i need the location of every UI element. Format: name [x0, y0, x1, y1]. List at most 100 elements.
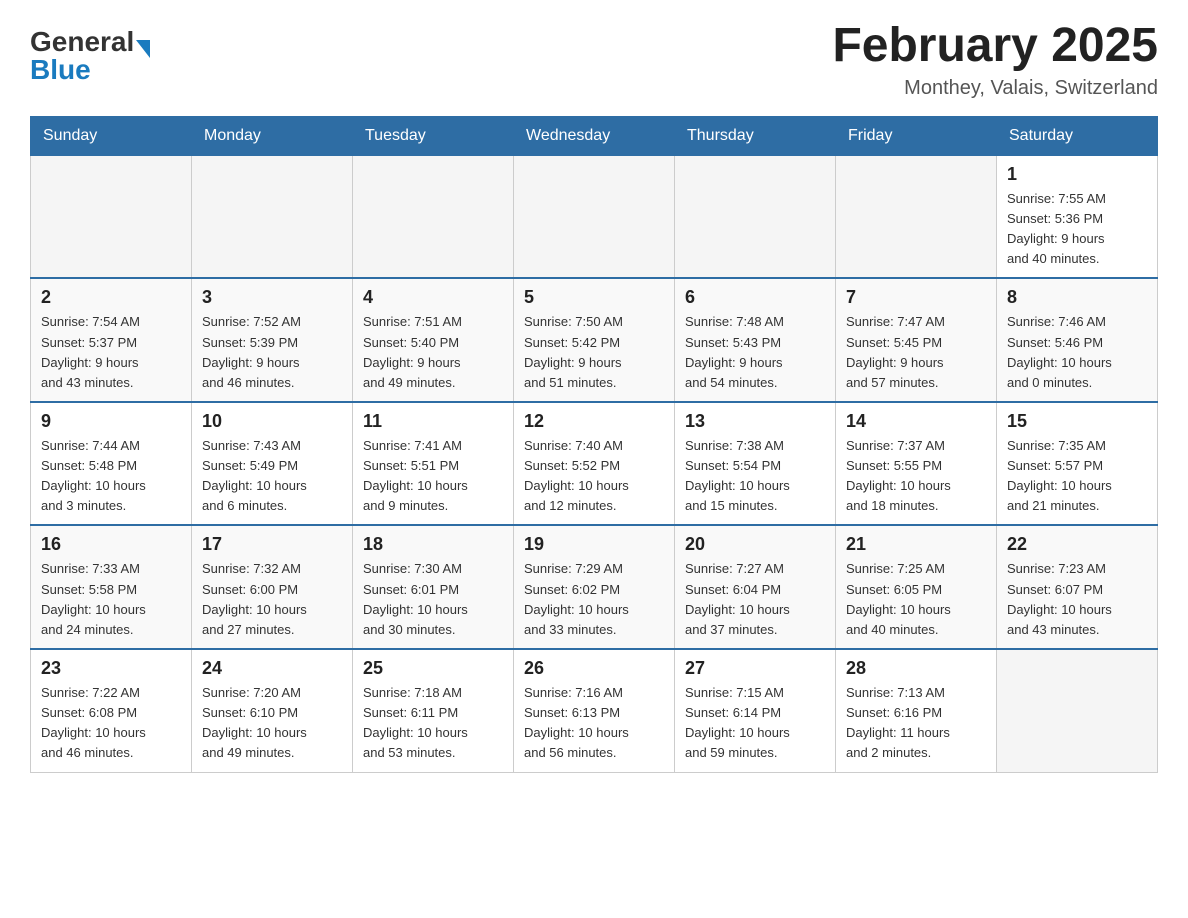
day-info: Sunrise: 7:47 AM Sunset: 5:45 PM Dayligh… [846, 312, 986, 393]
day-info: Sunrise: 7:27 AM Sunset: 6:04 PM Dayligh… [685, 559, 825, 640]
day-number: 18 [363, 534, 503, 555]
day-cell: 1 Sunrise: 7:55 AM Sunset: 5:36 PM Daylig… [997, 155, 1158, 278]
day-cell: 7 Sunrise: 7:47 AM Sunset: 5:45 PM Daylig… [836, 278, 997, 402]
day-cell: 17 Sunrise: 7:32 AM Sunset: 6:00 PM Dayli… [192, 525, 353, 649]
day-info: Sunrise: 7:55 AM Sunset: 5:36 PM Dayligh… [1007, 189, 1147, 270]
day-info: Sunrise: 7:32 AM Sunset: 6:00 PM Dayligh… [202, 559, 342, 640]
day-cell [192, 155, 353, 278]
day-cell: 14 Sunrise: 7:37 AM Sunset: 5:55 PM Dayli… [836, 402, 997, 526]
day-cell: 3Sunrise: 7:52 AM Sunset: 5:39 PM Daylig… [192, 278, 353, 402]
day-number: 6 [685, 287, 825, 308]
day-info: Sunrise: 7:43 AM Sunset: 5:49 PM Dayligh… [202, 436, 342, 517]
day-info: Sunrise: 7:13 AM Sunset: 6:16 PM Dayligh… [846, 683, 986, 764]
day-info: Sunrise: 7:40 AM Sunset: 5:52 PM Dayligh… [524, 436, 664, 517]
day-cell: 9 Sunrise: 7:44 AM Sunset: 5:48 PM Daylig… [31, 402, 192, 526]
day-cell: 21 Sunrise: 7:25 AM Sunset: 6:05 PM Dayli… [836, 525, 997, 649]
day-info: Sunrise: 7:29 AM Sunset: 6:02 PM Dayligh… [524, 559, 664, 640]
day-info: Sunrise: 7:44 AM Sunset: 5:48 PM Dayligh… [41, 436, 181, 517]
col-header-monday: Monday [192, 116, 353, 155]
day-info: Sunrise: 7:22 AM Sunset: 6:08 PM Dayligh… [41, 683, 181, 764]
day-cell: 12 Sunrise: 7:40 AM Sunset: 5:52 PM Dayli… [514, 402, 675, 526]
day-cell: 6 Sunrise: 7:48 AM Sunset: 5:43 PM Daylig… [675, 278, 836, 402]
day-info: Sunrise: 7:46 AM Sunset: 5:46 PM Dayligh… [1007, 312, 1147, 393]
week-row-5: 23 Sunrise: 7:22 AM Sunset: 6:08 PM Dayli… [31, 649, 1158, 772]
day-cell: 22Sunrise: 7:23 AM Sunset: 6:07 PM Dayli… [997, 525, 1158, 649]
day-info: Sunrise: 7:25 AM Sunset: 6:05 PM Dayligh… [846, 559, 986, 640]
day-cell [997, 649, 1158, 772]
day-cell [836, 155, 997, 278]
day-number: 11 [363, 411, 503, 432]
day-info: Sunrise: 7:50 AM Sunset: 5:42 PM Dayligh… [524, 312, 664, 393]
logo-general-text: General [30, 28, 134, 56]
day-number: 9 [41, 411, 181, 432]
day-number: 23 [41, 658, 181, 679]
logo-triangle-icon [136, 40, 150, 58]
day-cell: 4 Sunrise: 7:51 AM Sunset: 5:40 PM Daylig… [353, 278, 514, 402]
day-cell: 10Sunrise: 7:43 AM Sunset: 5:49 PM Dayli… [192, 402, 353, 526]
day-cell: 16 Sunrise: 7:33 AM Sunset: 5:58 PM Dayli… [31, 525, 192, 649]
day-cell: 15 Sunrise: 7:35 AM Sunset: 5:57 PM Dayli… [997, 402, 1158, 526]
day-info: Sunrise: 7:23 AM Sunset: 6:07 PM Dayligh… [1007, 559, 1147, 640]
col-header-thursday: Thursday [675, 116, 836, 155]
day-cell: 23 Sunrise: 7:22 AM Sunset: 6:08 PM Dayli… [31, 649, 192, 772]
day-cell: 13Sunrise: 7:38 AM Sunset: 5:54 PM Dayli… [675, 402, 836, 526]
day-cell: 5 Sunrise: 7:50 AM Sunset: 5:42 PM Daylig… [514, 278, 675, 402]
day-info: Sunrise: 7:38 AM Sunset: 5:54 PM Dayligh… [685, 436, 825, 517]
day-cell: 19 Sunrise: 7:29 AM Sunset: 6:02 PM Dayli… [514, 525, 675, 649]
col-header-tuesday: Tuesday [353, 116, 514, 155]
day-cell: 27 Sunrise: 7:15 AM Sunset: 6:14 PM Dayli… [675, 649, 836, 772]
day-number: 14 [846, 411, 986, 432]
day-number: 4 [363, 287, 503, 308]
day-number: 2 [41, 287, 181, 308]
day-number: 21 [846, 534, 986, 555]
calendar-table: SundayMondayTuesdayWednesdayThursdayFrid… [30, 116, 1158, 773]
week-row-2: 2 Sunrise: 7:54 AM Sunset: 5:37 PM Daylig… [31, 278, 1158, 402]
logo: General Blue [30, 28, 150, 84]
day-info: Sunrise: 7:35 AM Sunset: 5:57 PM Dayligh… [1007, 436, 1147, 517]
week-row-3: 9 Sunrise: 7:44 AM Sunset: 5:48 PM Daylig… [31, 402, 1158, 526]
day-number: 19 [524, 534, 664, 555]
location-text: Monthey, Valais, Switzerland [832, 77, 1158, 100]
day-number: 24 [202, 658, 342, 679]
logo-blue-text: Blue [30, 56, 91, 84]
day-number: 1 [1007, 164, 1147, 185]
day-cell [31, 155, 192, 278]
day-info: Sunrise: 7:33 AM Sunset: 5:58 PM Dayligh… [41, 559, 181, 640]
day-info: Sunrise: 7:18 AM Sunset: 6:11 PM Dayligh… [363, 683, 503, 764]
day-number: 27 [685, 658, 825, 679]
title-section: February 2025 Monthey, Valais, Switzerla… [832, 20, 1158, 100]
day-number: 15 [1007, 411, 1147, 432]
week-row-1: 1 Sunrise: 7:55 AM Sunset: 5:36 PM Daylig… [31, 155, 1158, 278]
day-cell: 8 Sunrise: 7:46 AM Sunset: 5:46 PM Daylig… [997, 278, 1158, 402]
day-number: 26 [524, 658, 664, 679]
day-number: 3 [202, 287, 342, 308]
day-number: 17 [202, 534, 342, 555]
day-cell [514, 155, 675, 278]
day-number: 8 [1007, 287, 1147, 308]
day-number: 5 [524, 287, 664, 308]
day-cell: 25 Sunrise: 7:18 AM Sunset: 6:11 PM Dayli… [353, 649, 514, 772]
header-row: SundayMondayTuesdayWednesdayThursdayFrid… [31, 116, 1158, 155]
day-cell: 18 Sunrise: 7:30 AM Sunset: 6:01 PM Dayli… [353, 525, 514, 649]
day-number: 12 [524, 411, 664, 432]
col-header-friday: Friday [836, 116, 997, 155]
day-cell: 2 Sunrise: 7:54 AM Sunset: 5:37 PM Daylig… [31, 278, 192, 402]
col-header-sunday: Sunday [31, 116, 192, 155]
day-number: 7 [846, 287, 986, 308]
day-info: Sunrise: 7:30 AM Sunset: 6:01 PM Dayligh… [363, 559, 503, 640]
day-info: Sunrise: 7:54 AM Sunset: 5:37 PM Dayligh… [41, 312, 181, 393]
day-cell: 20 Sunrise: 7:27 AM Sunset: 6:04 PM Dayli… [675, 525, 836, 649]
day-info: Sunrise: 7:20 AM Sunset: 6:10 PM Dayligh… [202, 683, 342, 764]
day-number: 16 [41, 534, 181, 555]
day-info: Sunrise: 7:48 AM Sunset: 5:43 PM Dayligh… [685, 312, 825, 393]
week-row-4: 16 Sunrise: 7:33 AM Sunset: 5:58 PM Dayli… [31, 525, 1158, 649]
day-info: Sunrise: 7:37 AM Sunset: 5:55 PM Dayligh… [846, 436, 986, 517]
month-title: February 2025 [832, 20, 1158, 73]
page-header: General Blue February 2025 Monthey, Vala… [30, 20, 1158, 100]
day-info: Sunrise: 7:15 AM Sunset: 6:14 PM Dayligh… [685, 683, 825, 764]
day-cell [675, 155, 836, 278]
day-number: 20 [685, 534, 825, 555]
day-number: 25 [363, 658, 503, 679]
day-info: Sunrise: 7:51 AM Sunset: 5:40 PM Dayligh… [363, 312, 503, 393]
day-info: Sunrise: 7:41 AM Sunset: 5:51 PM Dayligh… [363, 436, 503, 517]
